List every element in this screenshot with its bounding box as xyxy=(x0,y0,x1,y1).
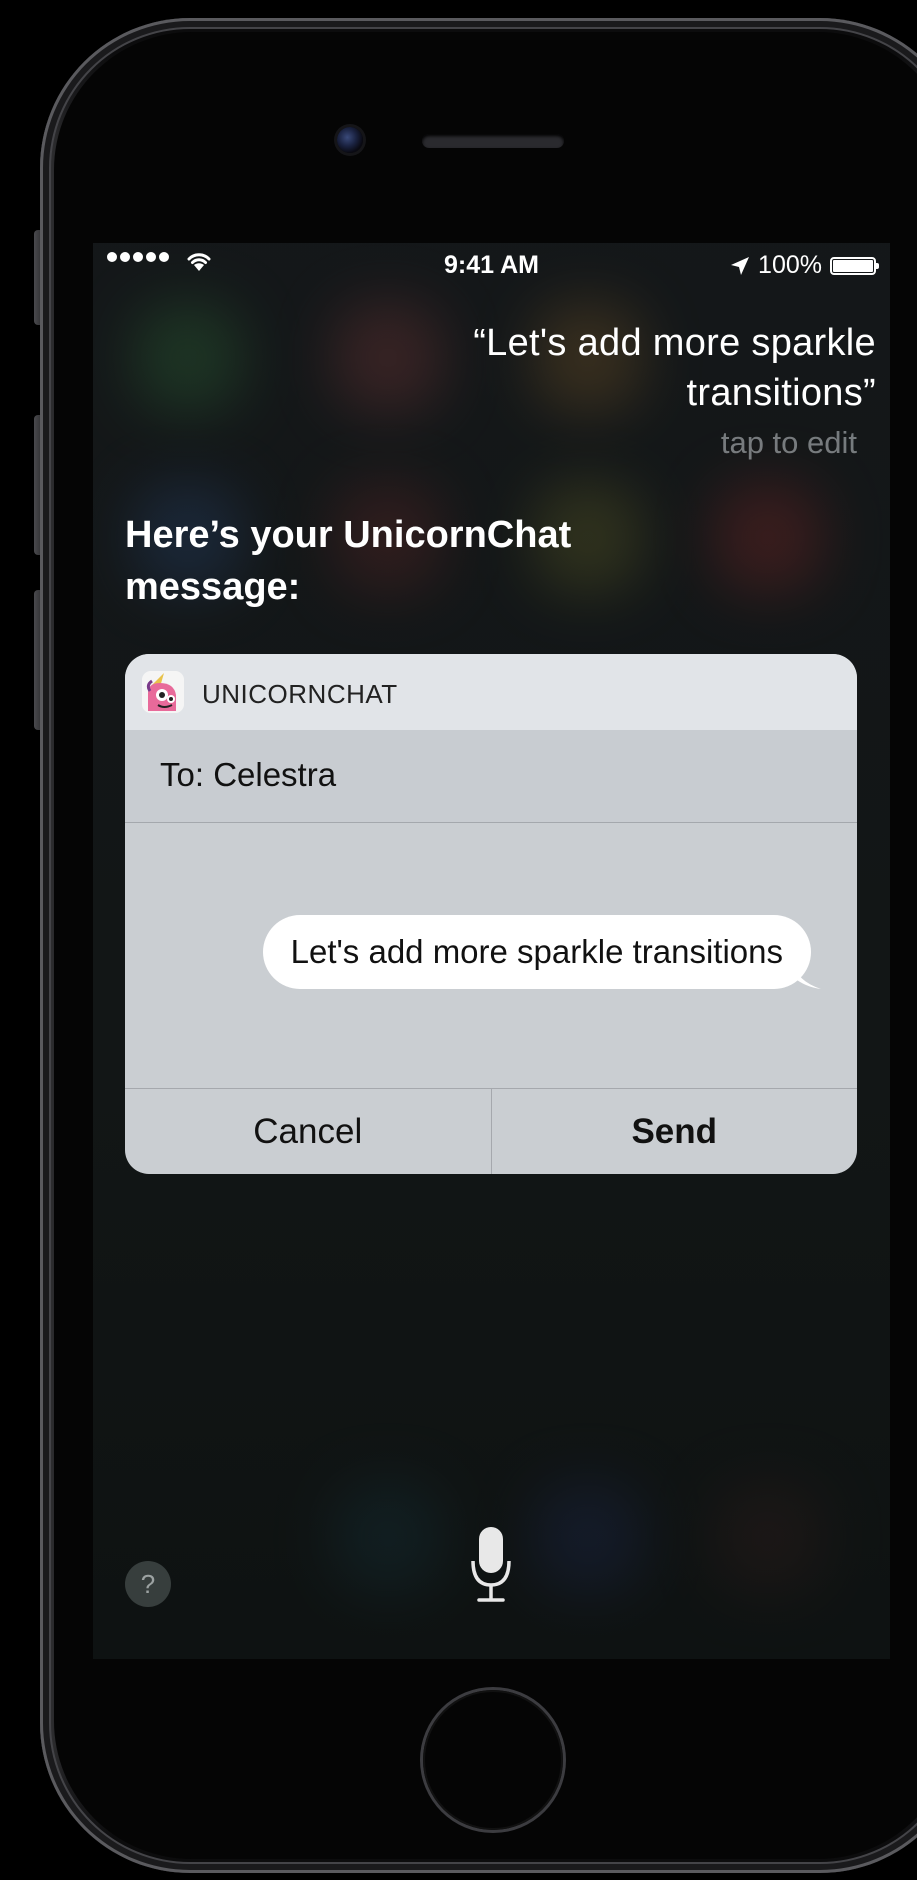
help-icon[interactable]: ? xyxy=(125,1561,171,1607)
microphone-icon[interactable] xyxy=(471,1525,511,1603)
send-button[interactable]: Send xyxy=(492,1089,858,1174)
app-name: UNICORNCHAT xyxy=(202,679,398,709)
message-card: UNICORNCHAT To: Celestra Let's add more … xyxy=(125,654,857,1174)
earpiece-speaker xyxy=(422,134,564,148)
card-header: UNICORNCHAT xyxy=(125,654,857,730)
front-camera xyxy=(337,127,363,153)
home-button[interactable] xyxy=(423,1690,563,1830)
location-arrow-icon xyxy=(731,256,750,275)
recipient-row: To: Celestra xyxy=(125,730,857,823)
message-preview-area: Let's add more sparkle transitions xyxy=(125,823,857,1088)
bubble-tail xyxy=(793,963,821,989)
status-bar: 9:41 AM 100% xyxy=(93,243,890,283)
recipient-label: To: Celestra xyxy=(160,756,337,793)
unicorn-app-icon xyxy=(142,671,184,713)
battery-percent: 100% xyxy=(758,251,822,279)
status-right: 100% xyxy=(730,251,879,280)
cancel-button[interactable]: Cancel xyxy=(125,1089,492,1174)
siri-response: Here’s your UnicornChat message: xyxy=(125,514,572,608)
message-bubble: Let's add more sparkle transitions xyxy=(262,915,811,989)
card-actions: Cancel Send xyxy=(125,1088,857,1174)
tap-to-edit-hint[interactable]: tap to edit xyxy=(721,425,857,461)
siri-screen: 9:41 AM 100% “Let's add more sparkle tra… xyxy=(93,243,890,1659)
device-stage: 9:41 AM 100% “Let's add more sparkle tra… xyxy=(0,0,917,1880)
battery-icon xyxy=(830,256,879,275)
siri-query[interactable]: “Let's add more sparkle transitions” xyxy=(316,318,876,418)
